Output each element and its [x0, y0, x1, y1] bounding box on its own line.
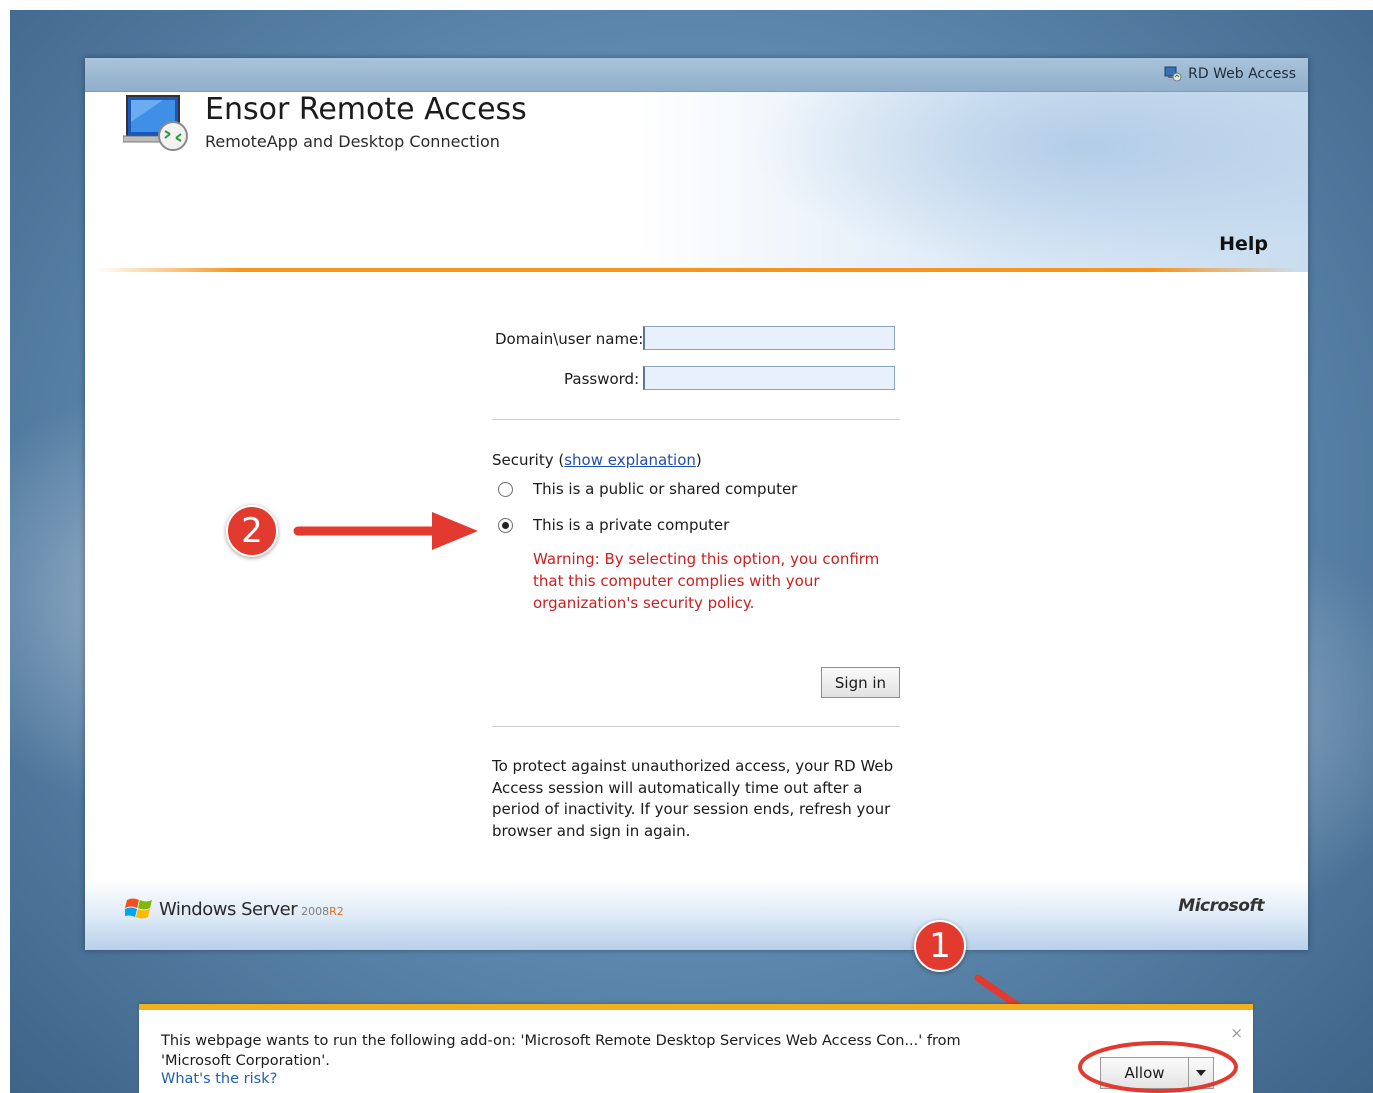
remote-desktop-icon	[122, 88, 193, 154]
windows-version-release: R2	[329, 905, 344, 918]
allow-highlight-circle	[1078, 1041, 1238, 1093]
annotation-badge-1: 1	[914, 920, 966, 972]
microsoft-logo: Microsoft	[1178, 896, 1264, 916]
windows-server-text: Windows Server	[159, 899, 298, 920]
form-divider-bottom	[492, 726, 900, 727]
private-computer-warning: Warning: By selecting this option, you c…	[533, 550, 880, 612]
security-label-text: Security (	[492, 451, 565, 469]
rd-web-access-icon	[1164, 66, 1182, 82]
whats-the-risk-link[interactable]: What's the risk?	[161, 1071, 277, 1087]
footer: Windows Server 2008R2 Microsoft	[85, 880, 1308, 950]
app-title: Ensor Remote Access	[205, 92, 527, 127]
form-divider-top	[492, 419, 900, 420]
rd-web-access-link[interactable]: RD Web Access	[1164, 66, 1296, 82]
app-subtitle: RemoteApp and Desktop Connection	[205, 132, 500, 151]
annotation-arrow-2	[293, 512, 478, 550]
top-bar: RD Web Access	[85, 58, 1308, 92]
rd-web-access-label: RD Web Access	[1188, 66, 1296, 82]
sign-in-button[interactable]: Sign in	[821, 667, 900, 698]
username-label: Domain\user name:	[495, 330, 644, 348]
windows-flag-icon	[123, 896, 155, 920]
header-divider	[95, 268, 1300, 272]
windows-server-logo: Windows Server 2008R2	[123, 896, 344, 920]
windows-version-year: 2008	[301, 905, 330, 918]
private-computer-label[interactable]: This is a private computer	[533, 516, 729, 534]
show-explanation-link[interactable]: show explanation	[564, 451, 696, 469]
help-link[interactable]: Help	[1219, 233, 1268, 255]
password-input[interactable]	[643, 366, 895, 390]
annotation-badge-2: 2	[226, 505, 278, 557]
security-label-close: )	[695, 451, 702, 469]
public-computer-radio[interactable]	[498, 482, 513, 497]
password-label: Password:	[564, 370, 640, 388]
windows-server-version: 2008R2	[301, 905, 344, 918]
private-computer-radio[interactable]	[498, 518, 513, 533]
addon-message: This webpage wants to run the following …	[161, 1033, 961, 1069]
public-computer-label[interactable]: This is a public or shared computer	[533, 480, 797, 498]
security-label: Security (show explanation)	[492, 451, 702, 469]
username-input[interactable]	[643, 326, 895, 350]
timeout-notice: To protect against unauthorized access, …	[492, 757, 894, 840]
rd-web-access-window: RD Web Access Ensor Remote Access Remote…	[85, 58, 1308, 950]
